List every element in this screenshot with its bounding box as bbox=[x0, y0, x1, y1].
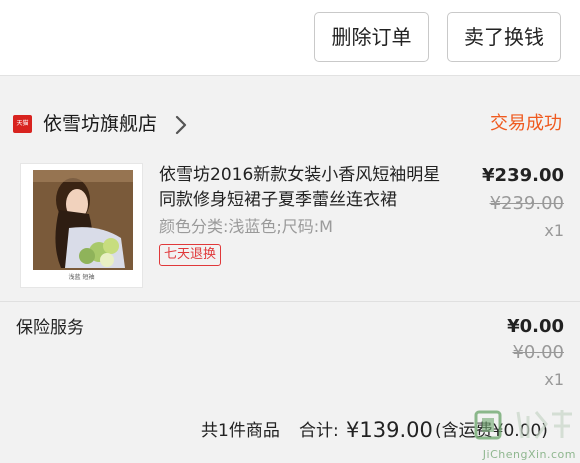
shop-row[interactable]: 天猫 依雪坊旗舰店 交易成功 bbox=[0, 97, 580, 151]
insurance-price: ¥0.00 bbox=[507, 316, 564, 337]
thumbnail-caption: 浅蓝 短袖 bbox=[68, 274, 95, 281]
product-row[interactable]: 浅蓝 短袖 依雪坊2016新款女装小香风短袖明星同款修身短裙子夏季蕾丝连衣裙 颜… bbox=[0, 151, 580, 301]
return-policy-tag: 七天退换 bbox=[159, 244, 222, 266]
product-original-price: ¥239.00 bbox=[489, 193, 564, 214]
sell-for-cash-button[interactable]: 卖了换钱 bbox=[447, 12, 561, 62]
insurance-row: 保险服务 ¥0.00 ¥0.00 x1 bbox=[0, 302, 580, 403]
item-count: 共1件商品 bbox=[201, 421, 280, 441]
product-quantity: x1 bbox=[544, 221, 564, 240]
insurance-label: 保险服务 bbox=[16, 318, 84, 338]
tmall-icon: 天猫 bbox=[13, 115, 32, 133]
insurance-original-price: ¥0.00 bbox=[512, 342, 564, 363]
order-card: 天猫 依雪坊旗舰店 交易成功 浅蓝 短袖 依雪坊2016新款女装小香风短袖明星同… bbox=[0, 97, 580, 301]
total-value: ¥139.00 bbox=[346, 418, 433, 442]
total-label: 合计: bbox=[299, 421, 339, 441]
chevron-right-icon[interactable] bbox=[172, 114, 190, 136]
order-status: 交易成功 bbox=[490, 113, 562, 134]
product-spec: 颜色分类:浅蓝色;尺码:M bbox=[159, 217, 333, 236]
order-summary: 共1件商品 合计: ¥139.00 (含运费¥0.00) bbox=[0, 403, 580, 463]
freight-note: (含运费¥0.00) bbox=[435, 421, 548, 441]
shop-name[interactable]: 依雪坊旗舰店 bbox=[43, 111, 157, 137]
product-price: ¥239.00 bbox=[482, 165, 564, 186]
product-thumbnail[interactable]: 浅蓝 短袖 bbox=[20, 163, 143, 288]
insurance-quantity: x1 bbox=[544, 370, 564, 389]
order-actions-bar: 删除订单 卖了换钱 bbox=[0, 0, 580, 76]
delete-order-button[interactable]: 删除订单 bbox=[314, 12, 429, 62]
product-photo bbox=[21, 164, 142, 287]
product-title[interactable]: 依雪坊2016新款女装小香风短袖明星同款修身短裙子夏季蕾丝连衣裙 bbox=[159, 163, 449, 213]
